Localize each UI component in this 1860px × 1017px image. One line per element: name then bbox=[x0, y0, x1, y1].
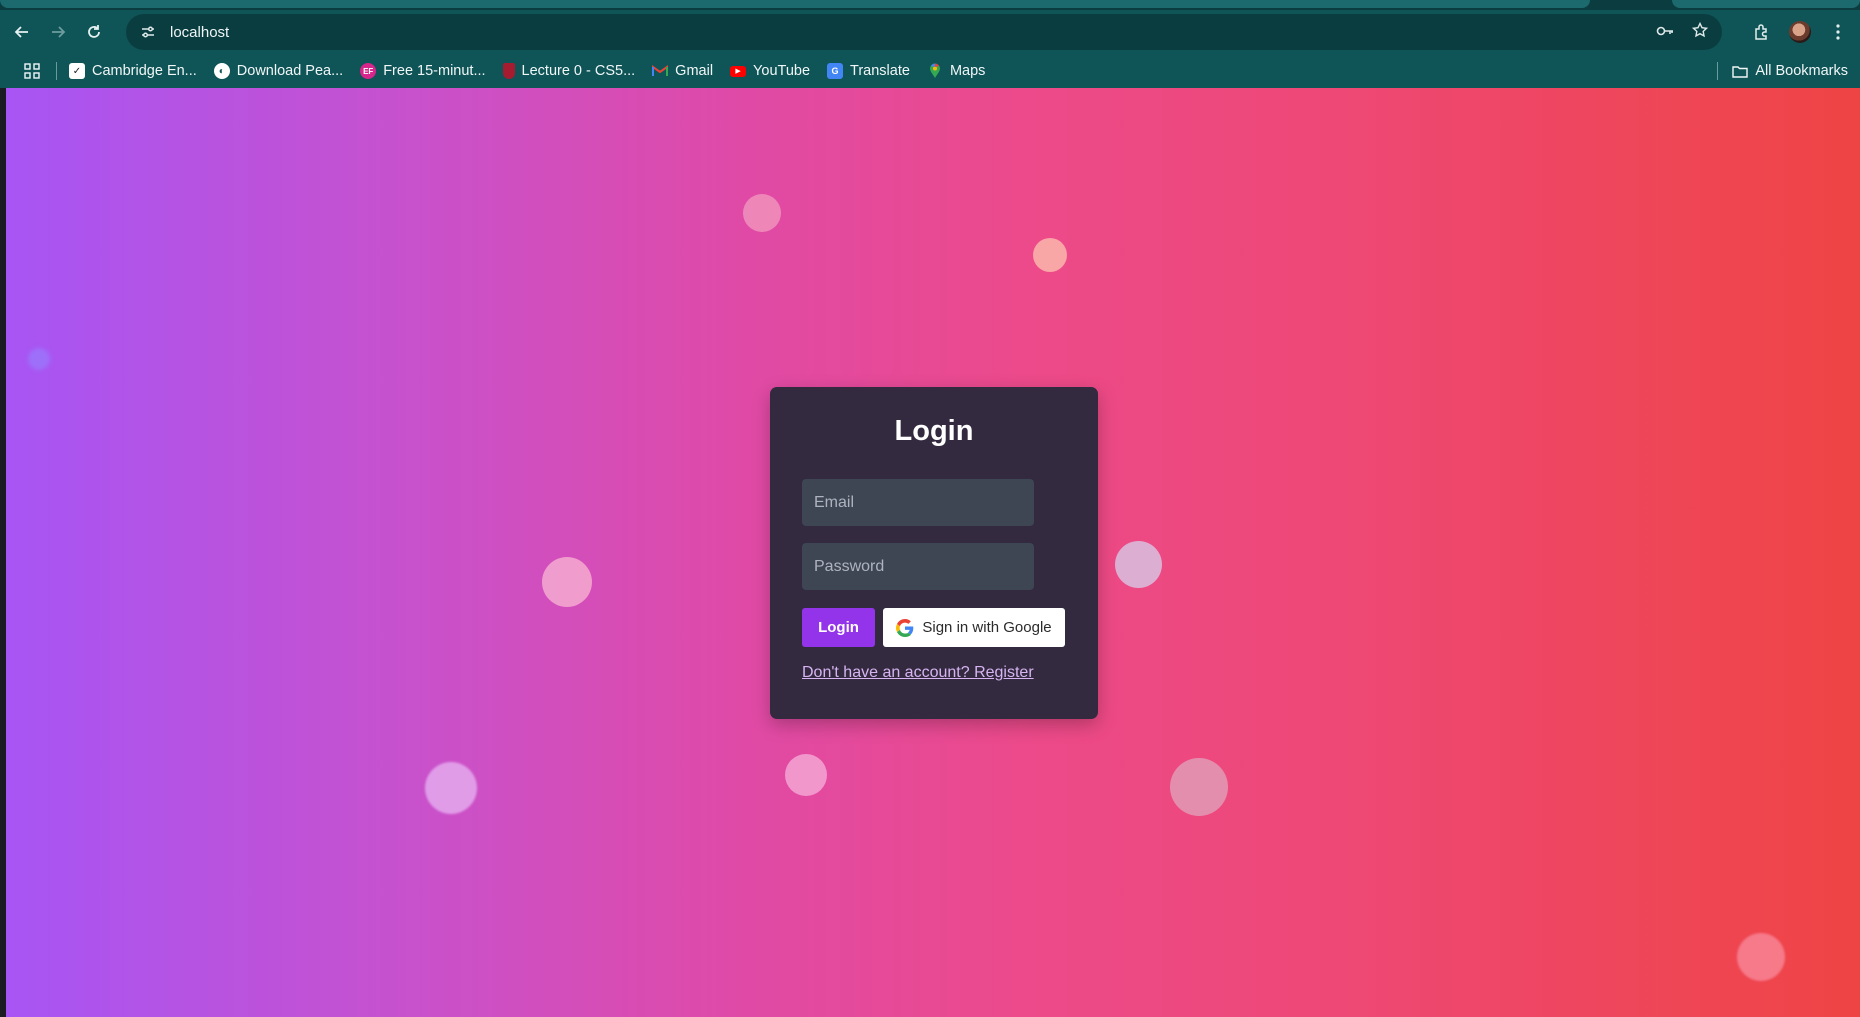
bookmark-cambridge[interactable]: ✓ Cambridge En... bbox=[69, 63, 197, 79]
bookmark-youtube[interactable]: ▶ YouTube bbox=[730, 63, 810, 79]
bookmark-label: Translate bbox=[850, 63, 910, 79]
decorative-bubble bbox=[785, 754, 827, 796]
decorative-bubble bbox=[425, 762, 477, 814]
email-input[interactable]: Email bbox=[802, 479, 1034, 526]
decorative-bubble bbox=[1033, 238, 1067, 272]
menu-kebab-icon[interactable] bbox=[1822, 16, 1854, 48]
bookmark-maps[interactable]: Maps bbox=[927, 63, 985, 79]
login-title: Login bbox=[894, 415, 974, 447]
email-placeholder: Email bbox=[814, 493, 855, 511]
tab-strip bbox=[0, 0, 1860, 10]
bookmark-label: Cambridge En... bbox=[92, 63, 197, 79]
profile-avatar[interactable] bbox=[1784, 16, 1816, 48]
bookmark-translate[interactable]: G Translate bbox=[827, 63, 910, 79]
browser-toolbar: localhost bbox=[0, 10, 1860, 54]
bookmark-label: YouTube bbox=[753, 63, 811, 79]
globe-icon: ◐ bbox=[213, 63, 230, 79]
forward-button[interactable] bbox=[44, 18, 72, 46]
all-bookmarks-button[interactable]: All Bookmarks bbox=[1717, 54, 1848, 88]
address-bar[interactable]: localhost bbox=[126, 14, 1722, 50]
active-tab[interactable] bbox=[0, 0, 1590, 8]
gmail-icon bbox=[652, 63, 669, 79]
reload-icon bbox=[88, 25, 100, 38]
bookmark-label: Free 15-minut... bbox=[383, 63, 486, 79]
decorative-bubble bbox=[743, 194, 781, 232]
bookmark-label: Gmail bbox=[675, 63, 714, 79]
folder-icon bbox=[1732, 65, 1749, 78]
bookmark-ef[interactable]: EF Free 15-minut... bbox=[360, 63, 486, 79]
password-key-icon[interactable] bbox=[1656, 24, 1674, 41]
bookmark-lecture[interactable]: Lecture 0 - CS5... bbox=[502, 63, 636, 79]
ef-icon: EF bbox=[360, 63, 377, 79]
translate-icon: G bbox=[827, 63, 844, 79]
decorative-bubble bbox=[1737, 933, 1785, 981]
arrow-right-icon bbox=[52, 26, 66, 38]
login-button[interactable]: Login bbox=[802, 608, 875, 647]
bookmarks-separator bbox=[56, 62, 57, 80]
url-text[interactable]: localhost bbox=[170, 24, 229, 41]
bookmark-download[interactable]: ◐ Download Pea... bbox=[213, 63, 344, 79]
tab-strip-right bbox=[1672, 0, 1860, 8]
checkmark-icon: ✓ bbox=[69, 63, 85, 79]
decorative-bubble bbox=[1115, 541, 1162, 588]
harvard-icon bbox=[502, 63, 515, 79]
bookmark-label: Download Pea... bbox=[236, 63, 344, 79]
decorative-bubble bbox=[28, 348, 50, 370]
bookmark-label: Maps bbox=[949, 63, 986, 79]
page-background: Login Email Password Login Sign in with … bbox=[6, 88, 1860, 1017]
login-card: Login Email Password Login Sign in with … bbox=[770, 387, 1098, 719]
bookmark-label: Lecture 0 - CS5... bbox=[521, 63, 636, 79]
bookmarks-bar: ✓ Cambridge En... ◐ Download Pea... EF F… bbox=[0, 54, 1860, 88]
apps-grid-icon[interactable] bbox=[24, 63, 40, 79]
decorative-bubble bbox=[542, 557, 592, 607]
password-input[interactable]: Password bbox=[802, 543, 1034, 590]
back-button[interactable] bbox=[8, 18, 36, 46]
password-placeholder: Password bbox=[814, 557, 885, 575]
reload-button[interactable] bbox=[80, 18, 108, 46]
google-icon bbox=[896, 618, 914, 637]
arrow-left-icon bbox=[14, 26, 28, 38]
bookmark-gmail[interactable]: Gmail bbox=[652, 63, 713, 79]
google-button-label: Sign in with Google bbox=[922, 619, 1052, 636]
maps-icon bbox=[927, 63, 943, 79]
star-icon[interactable] bbox=[1691, 21, 1709, 42]
site-info-icon[interactable] bbox=[136, 20, 160, 44]
google-signin-button[interactable]: Sign in with Google bbox=[883, 608, 1065, 647]
decorative-bubble bbox=[1170, 758, 1228, 816]
extensions-icon[interactable] bbox=[1746, 16, 1778, 48]
youtube-icon: ▶ bbox=[730, 65, 747, 77]
all-bookmarks-label: All Bookmarks bbox=[1755, 63, 1848, 79]
register-link[interactable]: Don't have an account? Register bbox=[802, 664, 1034, 682]
